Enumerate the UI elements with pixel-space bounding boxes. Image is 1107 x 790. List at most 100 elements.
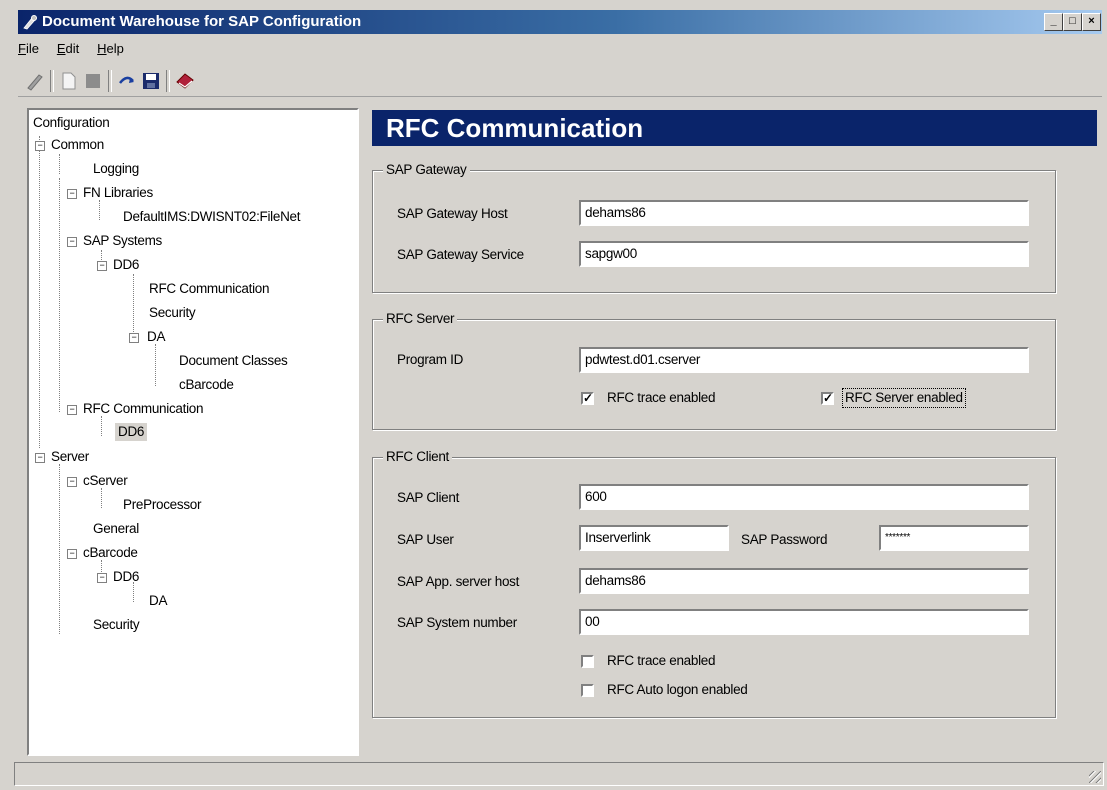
minimize-button[interactable]: _ (1044, 13, 1063, 31)
collapse-toggle[interactable]: − (67, 477, 77, 487)
rfc-server-group: RFC Server Program ID pdwtest.d01.cserve… (372, 311, 1056, 430)
tree-node-da[interactable]: DA (147, 328, 165, 346)
menu-help[interactable]: Help (97, 41, 124, 56)
book-icon[interactable] (174, 70, 196, 92)
tree-node-logging[interactable]: Logging (93, 160, 139, 178)
collapse-toggle[interactable]: − (67, 237, 77, 247)
tree-node-general[interactable]: General (93, 520, 139, 538)
tree-node-cbarcode[interactable]: cBarcode (179, 376, 234, 394)
collapse-toggle[interactable]: − (35, 141, 45, 151)
tree-node-rfc-communication-root[interactable]: RFC Communication (83, 400, 203, 418)
title-bar[interactable]: Document Warehouse for SAP Configuration… (18, 10, 1102, 34)
status-bar (14, 762, 1104, 786)
menu-file-label: ile (25, 41, 39, 56)
program-id-input[interactable]: pdwtest.d01.cserver (579, 347, 1029, 373)
toolbar-separator (50, 70, 54, 92)
tree-line (39, 136, 40, 448)
tree-line (59, 154, 60, 174)
server-trace-label: RFC trace enabled (607, 390, 716, 405)
refresh-icon[interactable] (116, 70, 138, 92)
sap-gateway-group: SAP Gateway SAP Gateway Host dehams86 SA… (372, 162, 1056, 293)
tree-line (155, 344, 156, 386)
tree-node-cserver[interactable]: cServer (83, 472, 128, 490)
collapse-toggle[interactable]: − (67, 405, 77, 415)
tree-node-document-classes[interactable]: Document Classes (179, 352, 288, 370)
app-server-host-input[interactable]: dehams86 (579, 568, 1029, 594)
sap-user-input[interactable]: Inserverlink (579, 525, 729, 551)
server-enabled-label: RFC Server enabled (842, 388, 966, 408)
tree-node-dd6[interactable]: DD6 (113, 256, 139, 274)
server-trace-checkbox[interactable]: ✓ (581, 392, 594, 405)
menu-edit-label: dit (65, 41, 80, 56)
tree-node-dd6-selected[interactable]: DD6 (115, 423, 148, 441)
tree-line (101, 488, 102, 508)
sap-password-input[interactable]: ******* (879, 525, 1029, 551)
tree-line (133, 274, 134, 338)
system-number-input[interactable]: 00 (579, 609, 1029, 635)
client-trace-label: RFC trace enabled (607, 653, 716, 668)
sap-client-input[interactable]: 600 (579, 484, 1029, 510)
app-icon (23, 15, 37, 30)
sap-gateway-legend: SAP Gateway (383, 162, 470, 177)
sap-client-label: SAP Client (397, 490, 460, 505)
gateway-service-input[interactable]: sapgw00 (579, 241, 1029, 267)
toolbar-separator (108, 70, 112, 92)
auto-logon-checkbox[interactable] (581, 684, 594, 697)
menu-file[interactable]: File (18, 41, 39, 56)
stop-icon[interactable] (82, 70, 104, 92)
tree-line (59, 178, 60, 412)
sap-password-label: SAP Password (741, 532, 828, 547)
tree-line (59, 464, 60, 634)
menu-edit-mnemonic: E (56, 41, 66, 56)
tree-node-security[interactable]: Security (149, 304, 196, 322)
maximize-button[interactable]: □ (1063, 13, 1082, 31)
tree-node-common[interactable]: Common (51, 136, 104, 154)
tree-node-fn-library-item[interactable]: DefaultIMS:DWISNT02:FileNet (123, 208, 301, 226)
tree-node-dd6-server[interactable]: DD6 (113, 568, 139, 586)
menu-file-mnemonic: F (18, 41, 26, 56)
rfc-client-group: RFC Client SAP Client 600 SAP User Inser… (372, 449, 1056, 718)
server-enabled-checkbox[interactable]: ✓ (821, 392, 834, 405)
collapse-toggle[interactable]: − (67, 549, 77, 559)
app-server-host-label: SAP App. server host (397, 574, 520, 589)
tree-node-fn-libraries[interactable]: FN Libraries (83, 184, 153, 202)
tree-node-security-server[interactable]: Security (93, 616, 140, 634)
menu-bar: File Edit Help (18, 40, 138, 62)
gateway-host-input[interactable]: dehams86 (579, 200, 1029, 226)
tree-node-preprocessor[interactable]: PreProcessor (123, 496, 201, 514)
tree-node-rfc-communication[interactable]: RFC Communication (149, 280, 269, 298)
collapse-toggle[interactable]: − (67, 189, 77, 199)
gateway-host-label: SAP Gateway Host (397, 206, 508, 221)
gateway-service-label: SAP Gateway Service (397, 247, 524, 262)
collapse-toggle[interactable]: − (35, 453, 45, 463)
tree-line (101, 416, 102, 436)
sap-user-label: SAP User (397, 532, 454, 547)
tree-node-da-server[interactable]: DA (149, 592, 167, 610)
pencil-icon[interactable] (24, 70, 46, 92)
panel-title: RFC Communication (372, 110, 1097, 146)
program-id-label: Program ID (397, 352, 464, 367)
tree-node-server[interactable]: Server (51, 448, 89, 466)
menu-edit[interactable]: Edit (57, 41, 79, 56)
tree-node-configuration[interactable]: Configuration (33, 114, 110, 132)
rfc-client-legend: RFC Client (383, 449, 453, 464)
rfc-server-legend: RFC Server (383, 311, 458, 326)
auto-logon-label: RFC Auto logon enabled (607, 682, 748, 697)
tree-node-sap-systems[interactable]: SAP Systems (83, 232, 162, 250)
window-title: Document Warehouse for SAP Configuration (42, 13, 362, 30)
resize-grip-icon[interactable] (1089, 771, 1101, 783)
tree-line (99, 200, 100, 220)
close-button[interactable]: × (1082, 13, 1101, 31)
toolbar-separator (166, 70, 170, 92)
client-trace-checkbox[interactable] (581, 655, 594, 668)
collapse-toggle[interactable]: − (97, 261, 107, 271)
tree-node-cbarcode-server[interactable]: cBarcode (83, 544, 138, 562)
system-number-label: SAP System number (397, 615, 517, 630)
new-document-icon[interactable] (58, 70, 80, 92)
collapse-toggle[interactable]: − (129, 333, 139, 343)
collapse-toggle[interactable]: − (97, 573, 107, 583)
config-tree[interactable]: Configuration − Common Logging − FN Libr… (27, 108, 359, 756)
save-icon[interactable] (140, 70, 162, 92)
toolbar (18, 66, 1102, 97)
menu-help-mnemonic: H (97, 41, 107, 56)
